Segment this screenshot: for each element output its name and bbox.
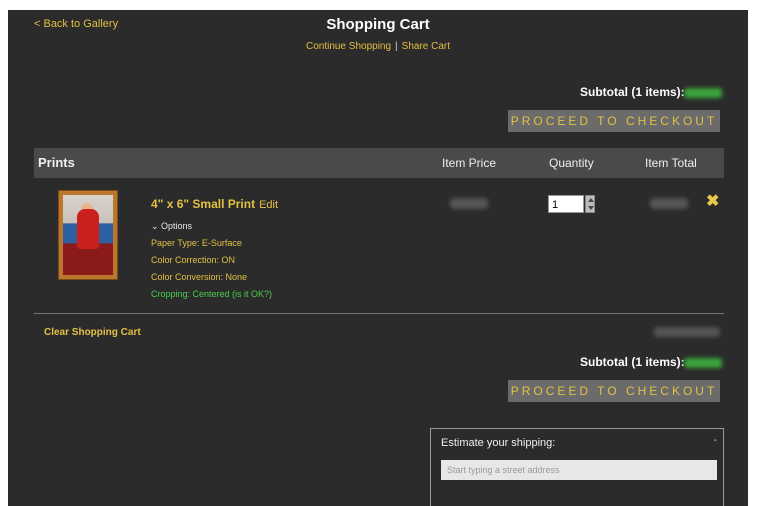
option-cropping-link[interactable]: Cropping: Centered (is it OK?): [151, 289, 272, 299]
product-thumbnail[interactable]: [58, 190, 118, 280]
proceed-to-checkout-button-top[interactable]: PROCEED TO CHECKOUT: [508, 110, 720, 132]
option-color-correction: Color Correction: ON: [151, 255, 236, 265]
clear-shopping-cart-link[interactable]: Clear Shopping Cart: [44, 327, 141, 338]
shipping-collapse-icon[interactable]: -: [714, 435, 717, 446]
thumbnail-photo: [63, 195, 113, 275]
quantity-input[interactable]: 1: [548, 195, 584, 213]
option-color-conversion: Color Conversion: None: [151, 272, 248, 282]
option-paper-type: Paper Type: E-Surface: [151, 238, 242, 248]
link-separator: |: [395, 41, 398, 52]
section-label-prints: Prints: [38, 155, 75, 170]
quantity-stepper[interactable]: [585, 195, 595, 213]
subtotal-label-top: Subtotal (1 items):: [580, 85, 685, 99]
page-title: Shopping Cart: [326, 16, 430, 33]
shipping-title: Estimate your shipping:: [441, 437, 556, 449]
discount-redacted: [654, 327, 720, 337]
divider: [34, 313, 724, 314]
cart-page: < Back to Gallery Shopping Cart Continue…: [8, 10, 748, 506]
shipping-estimate-panel: Estimate your shipping: - Start typing a…: [430, 428, 724, 506]
continue-shopping-link[interactable]: Continue Shopping: [306, 41, 391, 52]
options-toggle[interactable]: ⌄ Options: [151, 221, 192, 232]
column-item-price: Item Price: [442, 156, 497, 170]
subtotal-label-bottom: Subtotal (1 items):: [580, 355, 685, 369]
stepper-up-icon[interactable]: [588, 198, 594, 202]
remove-item-icon[interactable]: ✖: [706, 191, 719, 211]
proceed-to-checkout-button-bottom[interactable]: PROCEED TO CHECKOUT: [508, 380, 720, 402]
item-total-redacted: [650, 198, 688, 209]
thumbnail-player: [77, 209, 99, 249]
edit-link[interactable]: Edit: [259, 199, 278, 211]
stepper-down-icon[interactable]: [588, 206, 594, 210]
shipping-address-input[interactable]: Start typing a street address: [441, 460, 717, 480]
item-price-redacted: [450, 198, 488, 209]
cart-table-header: Prints Item Price Quantity Item Total: [34, 148, 724, 178]
column-quantity: Quantity: [549, 156, 594, 170]
top-links: Continue Shopping | Share Cart: [8, 41, 748, 52]
column-item-total: Item Total: [645, 156, 697, 170]
share-cart-link[interactable]: Share Cart: [402, 41, 450, 52]
subtotal-value-bottom-redacted: [684, 358, 722, 368]
product-name: 4" x 6" Small Print: [151, 197, 256, 211]
subtotal-value-top-redacted: [684, 88, 722, 98]
product-name-row: 4" x 6" Small Print Edit: [151, 197, 278, 211]
